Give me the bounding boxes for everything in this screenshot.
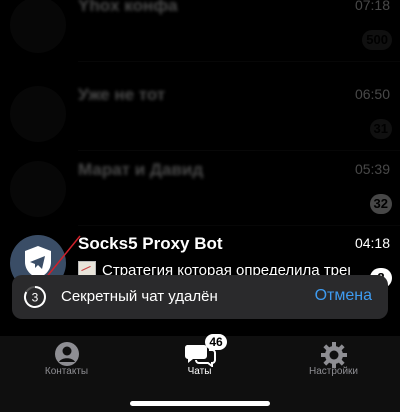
tab-label: Чаты <box>187 366 212 377</box>
avatar <box>10 86 66 142</box>
countdown-timer-icon: 3 <box>23 286 46 308</box>
avatar <box>10 0 66 53</box>
person-icon <box>54 342 79 366</box>
unread-badge: 500 <box>362 30 392 50</box>
tab-label: Настройки <box>308 366 359 377</box>
chat-name: Socks5 Proxy Bot <box>78 234 223 253</box>
chat-name: Марат и Давид <box>78 160 204 179</box>
tab-chats[interactable]: 46 Чаты <box>133 334 266 386</box>
chat-row[interactable]: Yhox конфа 07:18 500 <box>0 0 400 62</box>
divider <box>78 61 400 62</box>
divider <box>78 150 400 151</box>
snackbar-message: Секретный чат удалён <box>61 288 218 305</box>
chat-time: 06:50 <box>354 86 390 102</box>
tab-bar: Контакты 46 Чаты Настройки <box>0 334 400 412</box>
tab-label: Контакты <box>44 366 89 377</box>
chat-name: Yhox конфа <box>78 0 178 15</box>
tab-settings[interactable]: Настройки <box>267 336 400 386</box>
chat-name: Уже не тот <box>78 85 166 104</box>
paper-plane-shield-icon <box>25 246 51 278</box>
undo-button[interactable]: Отмена <box>315 287 372 305</box>
snackbar: 3 Секретный чат удалён Отмена <box>12 275 388 319</box>
chat-row[interactable]: Марат и Давид 05:39 32 <box>0 152 400 226</box>
gear-icon <box>320 342 347 368</box>
unread-badge: 31 <box>369 119 392 139</box>
chat-time: 05:39 <box>354 161 390 177</box>
chat-time: 07:18 <box>354 0 390 13</box>
chat-time: 04:18 <box>354 235 390 251</box>
avatar <box>10 161 66 217</box>
countdown-value: 3 <box>32 291 39 305</box>
chat-row[interactable]: Уже не тот 06:50 31 <box>0 77 400 151</box>
tab-unread-badge: 46 <box>205 334 227 350</box>
unread-badge: 32 <box>369 194 392 214</box>
tab-contacts[interactable]: Контакты <box>0 336 133 386</box>
home-indicator <box>130 401 270 406</box>
